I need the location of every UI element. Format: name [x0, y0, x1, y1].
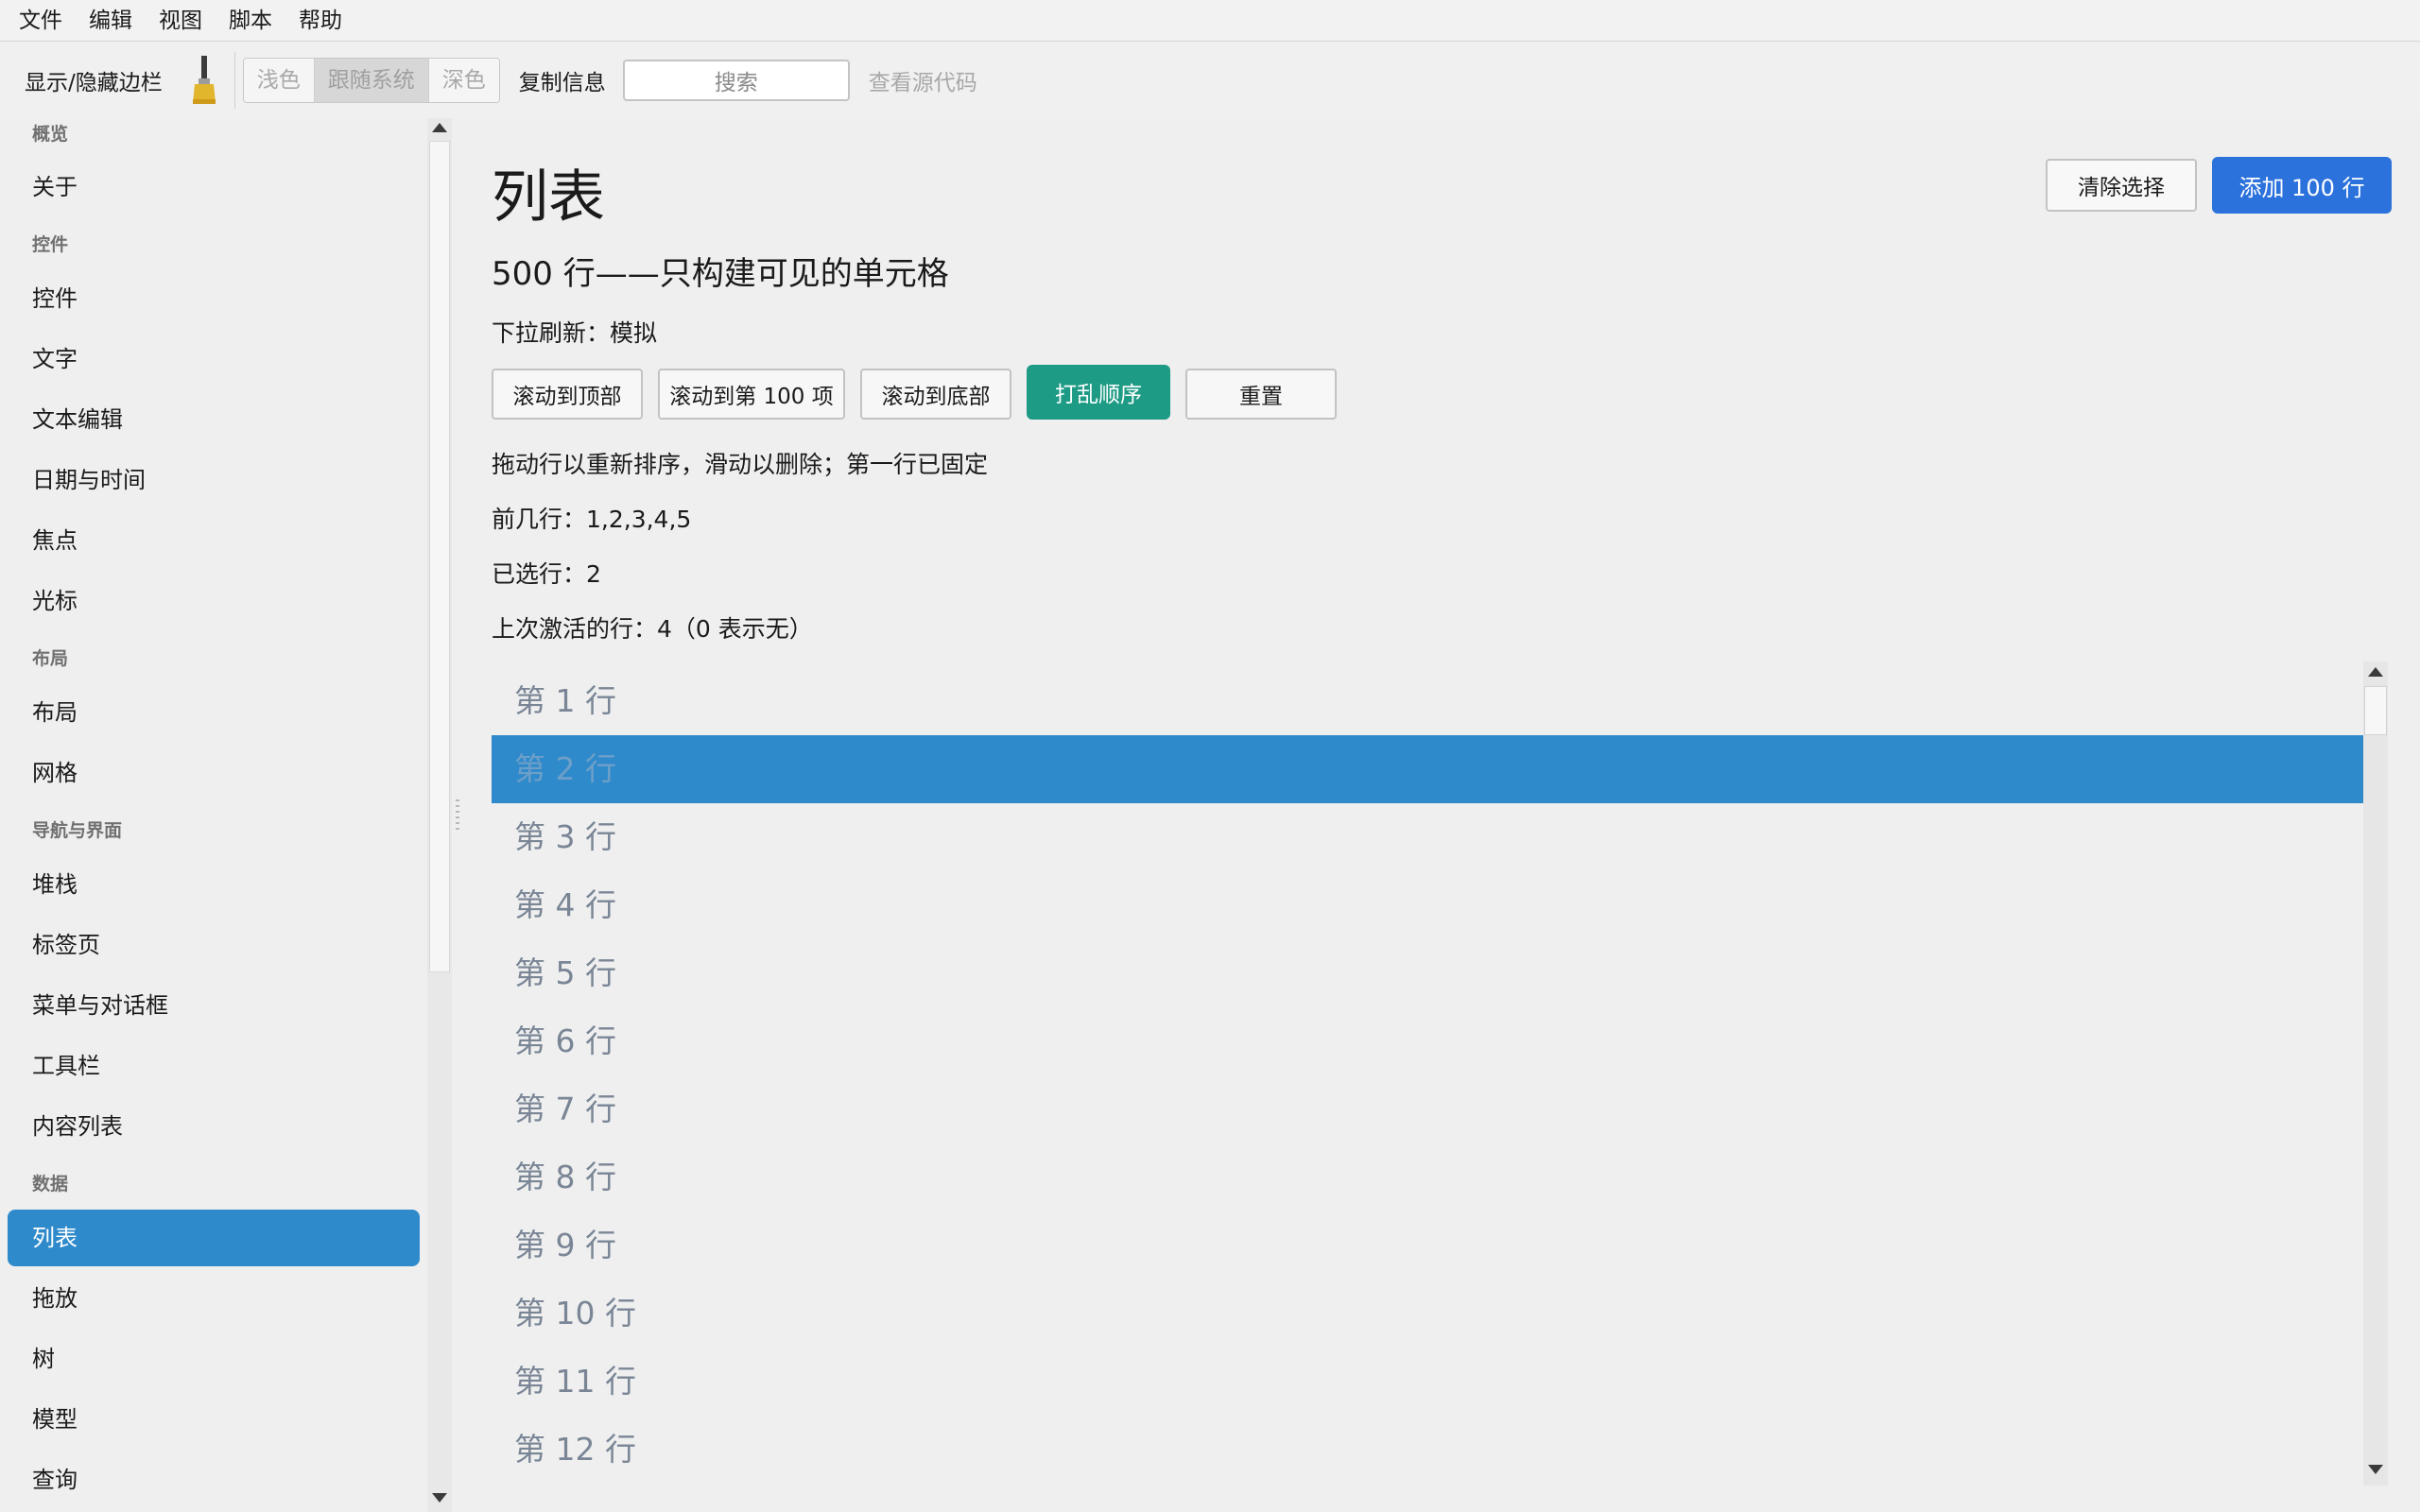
menu-bar: 文件 编辑 视图 脚本 帮助	[0, 0, 2420, 42]
menu-file[interactable]: 文件	[6, 0, 76, 42]
add-rows-button[interactable]: 添加 100 行	[2212, 157, 2392, 214]
sidebar-item-tree[interactable]: 树	[8, 1331, 420, 1387]
sidebar-item-toolbar[interactable]: 工具栏	[8, 1038, 420, 1094]
page-subtitle: 500 行——只构建可见的单元格	[492, 255, 949, 293]
list-actions: 滚动到顶部 滚动到第 100 项 滚动到底部 打乱顺序 重置	[492, 365, 1337, 420]
list-row[interactable]: 第 7 行	[492, 1075, 2363, 1143]
sidebar-item-grid[interactable]: 网格	[8, 745, 420, 801]
sidebar-section-data: 数据	[32, 1174, 69, 1194]
sidebar-item-content-list[interactable]: 内容列表	[8, 1098, 420, 1155]
menu-help[interactable]: 帮助	[285, 0, 355, 42]
sidebar-item-cursor[interactable]: 光标	[8, 573, 420, 629]
row-list: 第 1 行 第 2 行 第 3 行 第 4 行 第 5 行 第 6 行 第 7 …	[492, 662, 2363, 1486]
sidebar-item-about[interactable]: 关于	[8, 159, 420, 215]
sidebar-item-date-time[interactable]: 日期与时间	[8, 452, 420, 508]
first-rows-label: 前几行：1,2,3,4,5	[492, 506, 692, 533]
sidebar: 概览 关于 控件 控件 文字 文本编辑 日期与时间 焦点 光标 布局 布局 网格…	[0, 118, 427, 1512]
sidebar-item-stack[interactable]: 堆栈	[8, 856, 420, 913]
sidebar-item-query[interactable]: 查询	[8, 1452, 420, 1508]
toolbar: 显示/隐藏边栏 浅色 跟随系统 深色 复制信息 搜索 查看源代码	[0, 43, 2420, 118]
list-row[interactable]: 第 6 行	[492, 1007, 2363, 1075]
header-actions: 清除选择 添加 100 行	[2046, 157, 2392, 214]
list-row[interactable]: 第 2 行	[492, 735, 2363, 803]
splitter-handle[interactable]	[456, 799, 459, 832]
sidebar-item-controls[interactable]: 控件	[8, 270, 420, 327]
list-scrollbar-thumb[interactable]	[2364, 686, 2387, 735]
sidebar-section-layout: 布局	[32, 648, 69, 669]
list-row[interactable]: 第 3 行	[492, 803, 2363, 871]
brush-icon[interactable]	[183, 54, 225, 107]
page-title: 列表	[492, 164, 605, 231]
list-row[interactable]: 第 5 行	[492, 939, 2363, 1007]
scroll-top-button[interactable]: 滚动到顶部	[492, 368, 643, 420]
shuffle-button[interactable]: 打乱顺序	[1027, 365, 1170, 420]
search-input[interactable]: 搜索	[622, 60, 850, 101]
list-row[interactable]: 第 11 行	[492, 1348, 2363, 1416]
list-row[interactable]: 第 12 行	[492, 1416, 2363, 1484]
sidebar-item-model[interactable]: 模型	[8, 1391, 420, 1448]
reset-button[interactable]: 重置	[1185, 368, 1337, 420]
scroll-down-icon[interactable]	[2368, 1465, 2383, 1474]
sidebar-section-controls: 控件	[32, 234, 69, 255]
list-scrollbar[interactable]	[2363, 662, 2388, 1486]
sidebar-item-text-edit[interactable]: 文本编辑	[8, 391, 420, 448]
scroll-down-icon[interactable]	[432, 1493, 447, 1503]
sidebar-scrollbar[interactable]	[427, 118, 452, 1512]
list-row[interactable]: 第 1 行	[492, 667, 2363, 735]
theme-dark-button[interactable]: 深色	[428, 59, 499, 102]
sidebar-item-list[interactable]: 列表	[8, 1210, 420, 1266]
list-row[interactable]: 第 10 行	[492, 1280, 2363, 1348]
sidebar-section-overview: 概览	[32, 124, 69, 145]
scroll-bottom-button[interactable]: 滚动到底部	[860, 368, 1011, 420]
sidebar-item-layout[interactable]: 布局	[8, 684, 420, 741]
menu-view[interactable]: 视图	[146, 0, 216, 42]
theme-selector: 浅色 跟随系统 深色	[242, 58, 500, 103]
sidebar-item-drag-drop[interactable]: 拖放	[8, 1270, 420, 1327]
toggle-sidebar-button[interactable]: 显示/隐藏边栏	[13, 64, 174, 96]
sidebar-item-menus-dialogs[interactable]: 菜单与对话框	[8, 977, 420, 1034]
sidebar-item-text[interactable]: 文字	[8, 331, 420, 387]
sidebar-section-navigation: 导航与界面	[32, 820, 123, 841]
selected-count-label: 已选行：2	[492, 560, 601, 588]
list-row[interactable]: 第 9 行	[492, 1211, 2363, 1280]
scroll-up-icon[interactable]	[2368, 667, 2383, 677]
last-activated-label: 上次激活的行：4（0 表示无）	[492, 615, 813, 643]
menu-script[interactable]: 脚本	[216, 0, 285, 42]
sidebar-scrollbar-thumb[interactable]	[429, 141, 450, 972]
clear-selection-button[interactable]: 清除选择	[2046, 159, 2197, 212]
sidebar-item-focus[interactable]: 焦点	[8, 512, 420, 569]
toolbar-separator	[233, 52, 235, 109]
pull-refresh-label: 下拉刷新：模拟	[492, 319, 658, 347]
theme-light-button[interactable]: 浅色	[243, 59, 315, 102]
list-row[interactable]: 第 8 行	[492, 1143, 2363, 1211]
scroll-up-icon[interactable]	[432, 123, 447, 132]
menu-edit[interactable]: 编辑	[76, 0, 146, 42]
theme-system-button[interactable]: 跟随系统	[314, 59, 429, 102]
copy-info-button[interactable]: 复制信息	[508, 64, 617, 96]
scroll-100-button[interactable]: 滚动到第 100 项	[658, 368, 845, 420]
sidebar-item-tabs[interactable]: 标签页	[8, 917, 420, 973]
list-row[interactable]: 第 4 行	[492, 871, 2363, 939]
view-source-button[interactable]: 查看源代码	[857, 64, 989, 96]
drag-hint: 拖动行以重新排序，滑动以删除；第一行已固定	[492, 451, 989, 478]
